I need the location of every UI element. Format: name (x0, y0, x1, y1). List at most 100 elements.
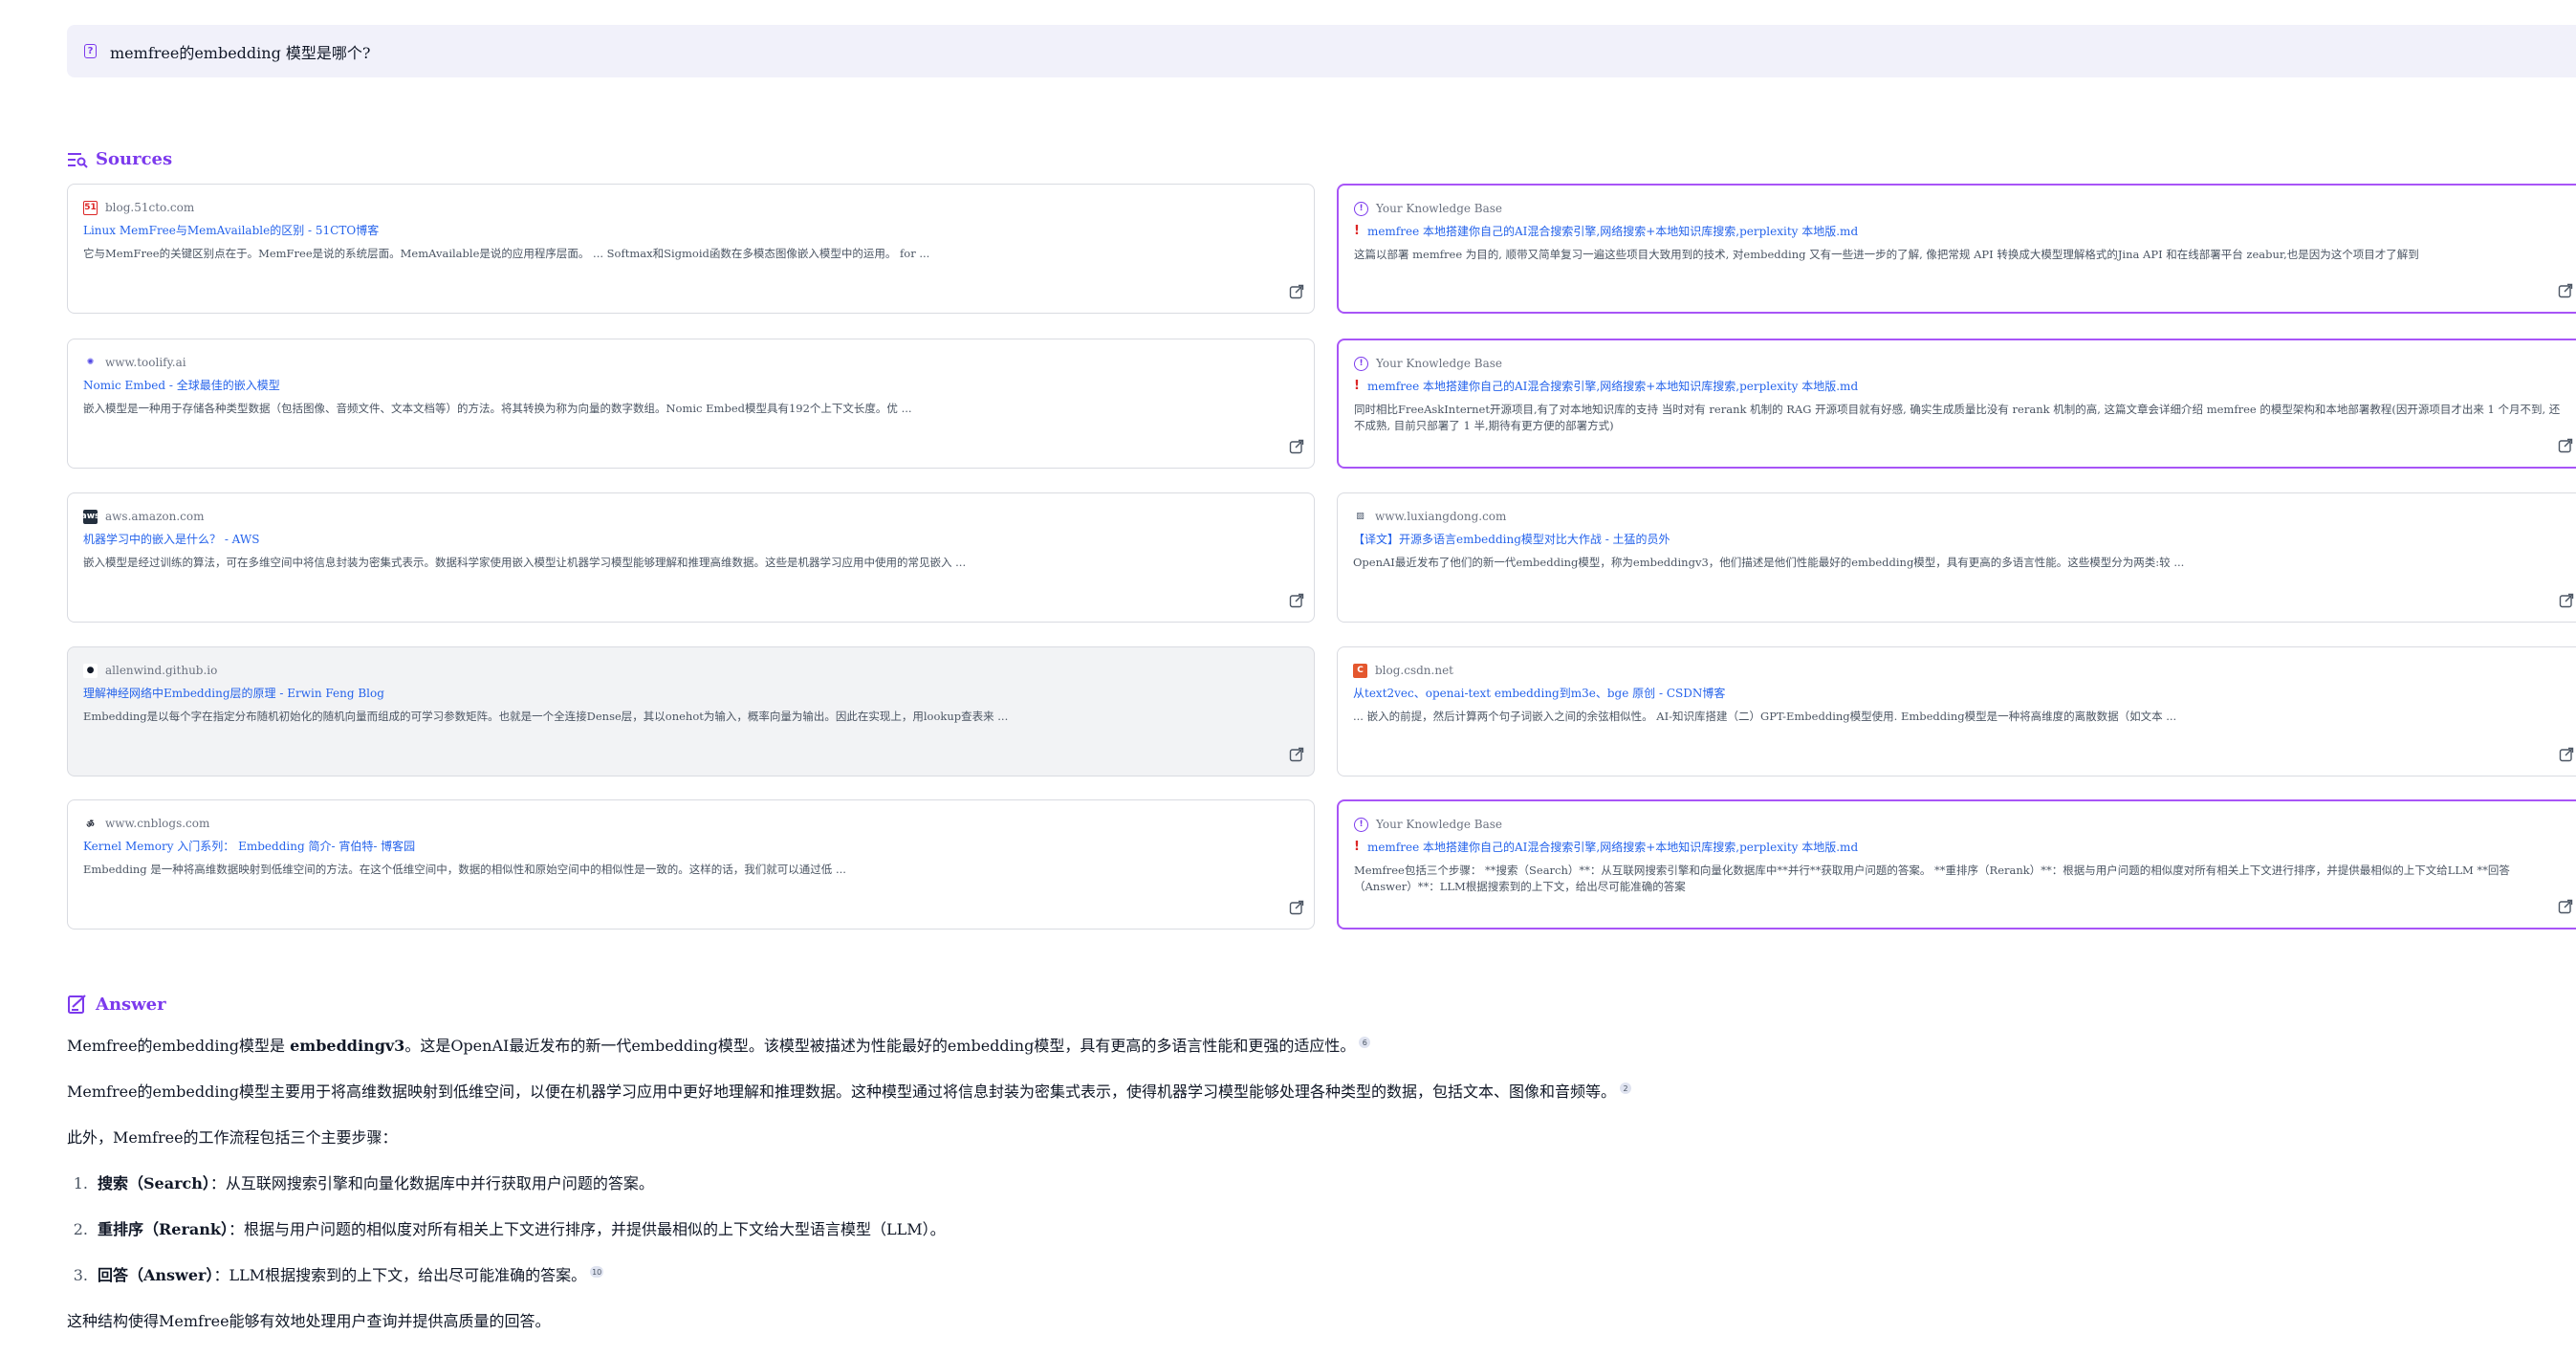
source-snippet: 嵌入模型是一种用于存储各种类型数据（包括图像、音频文件、文本文档等）的方法。将其… (83, 402, 912, 415)
site-favicon-icon: C (1353, 663, 1367, 678)
source-card[interactable]: ! Your Knowledge Base! memfree 本地搭建你自己的AI混… (1337, 184, 2576, 314)
citation-badge[interactable]: 6 (1359, 1037, 1371, 1049)
source-title-text: 理解神经网络中Embedding层的原理 - Erwin Feng Blog (83, 687, 384, 700)
step-number: 2. (73, 1220, 88, 1238)
source-title-link[interactable]: ! memfree 本地搭建你自己的AI混合搜索引擎,网络搜索+本地知识库搜索,p… (1354, 378, 2567, 394)
source-title-text: memfree 本地搭建你自己的AI混合搜索引擎,网络搜索+本地知识库搜索,pe… (1366, 380, 1859, 393)
source-title-link[interactable]: ! memfree 本地搭建你自己的AI混合搜索引擎,网络搜索+本地知识库搜索,p… (1354, 223, 2567, 239)
source-site-name: blog.51cto.com (105, 201, 195, 214)
sources-heading: Sources (67, 149, 172, 169)
answer-heading: Answer (67, 994, 166, 1015)
source-card[interactable]: ! Your Knowledge Base! memfree 本地搭建你自己的AI混… (1337, 339, 2576, 469)
source-title-link[interactable]: Linux MemFree与MemAvailable的区别 - 51CTO博客 (83, 222, 1299, 238)
source-snippet: Embedding是以每个字在指定分布随机初始化的随机向量而组成的可学习参数矩阵… (83, 710, 1009, 723)
knowledge-base-icon: ! (1354, 201, 1368, 216)
source-site: 51 blog.51cto.com (83, 200, 1299, 215)
source-site-name: www.luxiangdong.com (1375, 510, 1507, 523)
source-card[interactable]: 51 blog.51cto.com Linux MemFree与MemAvailab… (67, 184, 1315, 314)
site-favicon-icon: ✺ (83, 355, 98, 370)
source-site: ! Your Knowledge Base (1354, 356, 2567, 371)
exclamation-icon: ! (1354, 840, 1360, 854)
source-snippet: Memfree包括三个步骤： **搜索（Search）**：从互联网搜索引擎和向… (1354, 864, 2510, 893)
source-site: ! Your Knowledge Base (1354, 201, 2567, 216)
source-title-text: Linux MemFree与MemAvailable的区别 - 51CTO博客 (83, 224, 380, 237)
source-title-link[interactable]: 理解神经网络中Embedding层的原理 - Erwin Feng Blog (83, 685, 1299, 701)
source-site: ▨ www.luxiangdong.com (1353, 509, 2568, 524)
source-title-link[interactable]: 机器学习中的嵌入是什么？ - AWS (83, 531, 1299, 547)
step-text: ：LLM根据搜索到的上下文，给出尽可能准确的答案。 (213, 1266, 587, 1284)
source-card[interactable]: ॐ www.cnblogs.com Kernel Memory 入门系列： Embe… (67, 799, 1315, 930)
source-title-link[interactable]: ! memfree 本地搭建你自己的AI混合搜索引擎,网络搜索+本地知识库搜索,p… (1354, 839, 2567, 855)
step-number: 1. (73, 1174, 88, 1192)
source-site: Cblog.csdn.net (1353, 663, 2568, 678)
answer-paragraph-1: Memfree的embedding模型是 embeddingv3。这是OpenA… (67, 1033, 1371, 1056)
source-card[interactable]: ▨ www.luxiangdong.com 【译文】开源多语言embedding模型… (1337, 492, 2576, 623)
open-external-icon[interactable] (2558, 438, 2573, 453)
source-card[interactable]: ✺ www.toolify.ai Nomic Embed - 全球最佳的嵌入模型 嵌入… (67, 339, 1315, 469)
source-card[interactable]: ! Your Knowledge Base! memfree 本地搭建你自己的AI混… (1337, 799, 2576, 930)
site-favicon-icon: ● (83, 663, 98, 678)
answer-highlight: embeddingv3 (290, 1037, 405, 1055)
source-site-name: blog.csdn.net (1375, 664, 1453, 677)
citation-badge[interactable]: 10 (590, 1266, 604, 1279)
answer-step: 3. 回答（Answer）：LLM根据搜索到的上下文，给出尽可能准确的答案。 10 (67, 1262, 604, 1285)
open-external-icon[interactable] (2559, 593, 2574, 608)
source-title-text: 从text2vec、openai-text embedding到m3e、bge … (1353, 687, 1726, 700)
source-snippet: 同时相比FreeAskInternet开源项目,有了对本地知识库的支持 当时对有… (1354, 403, 2561, 432)
source-site-name: www.toolify.ai (105, 356, 186, 369)
open-external-icon[interactable] (1289, 284, 1304, 299)
source-title-text: 【译文】开源多语言embedding模型对比大作战 - 土猛的员外 (1353, 533, 1670, 546)
open-external-icon[interactable] (2558, 899, 2573, 914)
source-site: ● allenwind.github.io (83, 663, 1299, 678)
answer-paragraph-2: Memfree的embedding模型主要用于将高维数据映射到低维空间，以便在机… (67, 1079, 1632, 1102)
source-title-text: 机器学习中的嵌入是什么？ - AWS (83, 533, 260, 546)
source-site: ✺ www.toolify.ai (83, 355, 1299, 370)
source-site-name: Your Knowledge Base (1376, 818, 1503, 831)
source-snippet: 这篇以部署 memfree 为目的, 顺带又简单复习一遍这些项目大致用到的技术,… (1354, 248, 2419, 261)
source-site: ! Your Knowledge Base (1354, 817, 2567, 832)
source-site-name: allenwind.github.io (105, 664, 218, 677)
open-external-icon[interactable] (1289, 439, 1304, 454)
source-title-text: Kernel Memory 入门系列： Embedding 简介- 宵伯特- 博… (83, 840, 416, 853)
source-site-name: Your Knowledge Base (1376, 357, 1503, 370)
question-icon: ? (84, 44, 97, 58)
source-card[interactable]: ● allenwind.github.io 理解神经网络中Embedding层的原理… (67, 646, 1315, 776)
open-external-icon[interactable] (2559, 747, 2574, 762)
knowledge-base-icon: ! (1354, 356, 1368, 371)
step-label: 回答（Answer） (98, 1266, 214, 1284)
step-text: ：根据与用户问题的相似度对所有相关上下文进行排序，并提供最相似的上下文给大型语言… (229, 1220, 946, 1238)
answer-heading-label: Answer (96, 994, 166, 1015)
source-snippet: ... 嵌入的前提，然后计算两个句子词嵌入之间的余弦相似性。 AI-知识库搭建（… (1353, 710, 2177, 723)
answer-paragraph-3: 此外，Memfree的工作流程包括三个主要步骤： (67, 1128, 398, 1147)
source-site: ॐ www.cnblogs.com (83, 816, 1299, 831)
source-site: aws aws.amazon.com (81, 509, 1299, 524)
open-external-icon[interactable] (1289, 593, 1304, 608)
source-title-text: memfree 本地搭建你自己的AI混合搜索引擎,网络搜索+本地知识库搜索,pe… (1366, 225, 1859, 238)
source-title-link[interactable]: Kernel Memory 入门系列： Embedding 简介- 宵伯特- 博… (83, 838, 1299, 854)
sources-icon (68, 152, 88, 168)
answer-text: Memfree的embedding模型是 (67, 1037, 291, 1055)
source-snippet: 嵌入模型是经过训练的算法，可在多维空间中将信息封装为密集式表示。数据科学家使用嵌… (83, 556, 967, 569)
open-external-icon[interactable] (2558, 283, 2573, 298)
step-text: ：从互联网搜索引擎和向量化数据库中并行获取用户问题的答案。 (209, 1174, 654, 1192)
source-title-link[interactable]: Nomic Embed - 全球最佳的嵌入模型 (83, 377, 1299, 393)
source-site-name: www.cnblogs.com (105, 817, 210, 830)
citation-badge[interactable]: 2 (1620, 1083, 1632, 1095)
source-title-link[interactable]: 【译文】开源多语言embedding模型对比大作战 - 土猛的员外 (1353, 531, 2568, 547)
source-site-name: aws.amazon.com (105, 510, 205, 523)
site-favicon-icon: ॐ (83, 816, 98, 831)
open-external-icon[interactable] (1289, 900, 1304, 915)
answer-text: Memfree的embedding模型主要用于将高维数据映射到低维空间，以便在机… (67, 1083, 1617, 1101)
exclamation-icon: ! (1354, 379, 1360, 393)
step-label: 重排序（Rerank） (98, 1220, 229, 1238)
answer-icon (68, 995, 86, 1014)
step-number: 3. (73, 1266, 88, 1284)
source-title-text: memfree 本地搭建你自己的AI混合搜索引擎,网络搜索+本地知识库搜索,pe… (1366, 841, 1859, 854)
source-card[interactable]: Cblog.csdn.net 从text2vec、openai-text embe… (1337, 646, 2576, 776)
source-title-link[interactable]: 从text2vec、openai-text embedding到m3e、bge … (1353, 685, 2568, 701)
source-card[interactable]: aws aws.amazon.com 机器学习中的嵌入是什么？ - AWS 嵌入模型是… (67, 492, 1315, 623)
open-external-icon[interactable] (1289, 747, 1304, 762)
knowledge-base-icon: ! (1354, 817, 1368, 832)
site-favicon-icon: ▨ (1353, 509, 1367, 524)
exclamation-icon: ! (1354, 224, 1360, 238)
